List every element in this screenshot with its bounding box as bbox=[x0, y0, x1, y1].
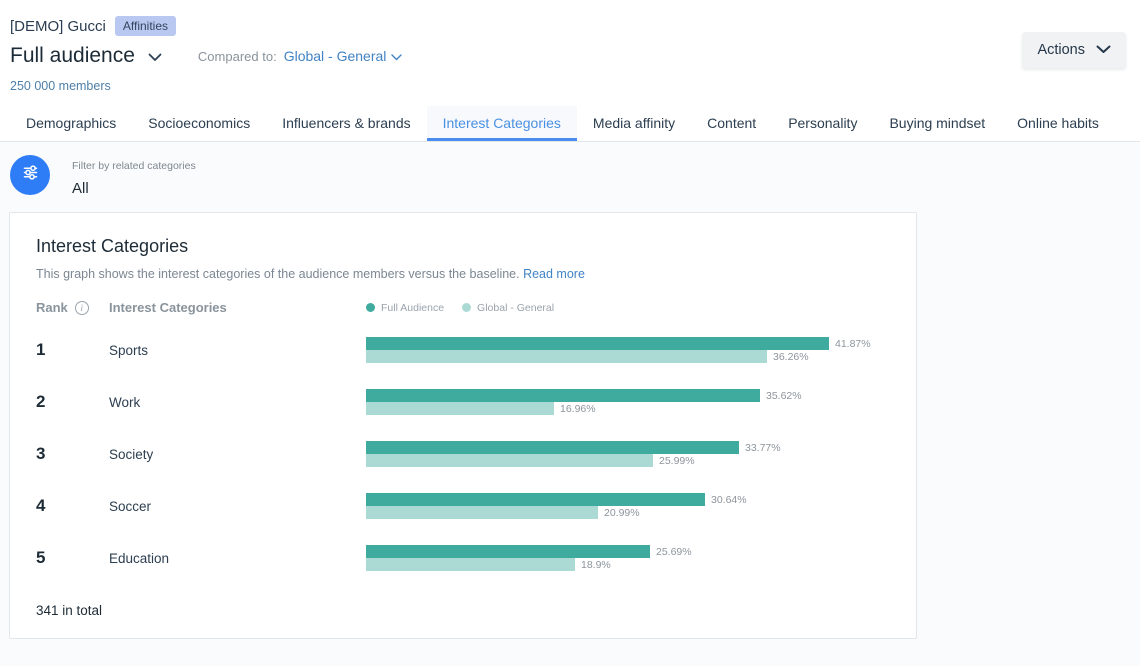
bar-global-general bbox=[366, 506, 598, 519]
read-more-link[interactable]: Read more bbox=[523, 267, 585, 281]
legend-item-global-general: Global - General bbox=[462, 302, 554, 314]
table-row: 5Education 25.69% 18.9% bbox=[36, 532, 890, 584]
bar-value-label: 20.99% bbox=[604, 507, 640, 519]
bar-full-audience bbox=[366, 337, 829, 350]
table-row: 4Soccer 30.64% 20.99% bbox=[36, 480, 890, 532]
chevron-down-icon bbox=[1096, 42, 1111, 58]
interest-categories-card: Interest Categories This graph shows the… bbox=[9, 212, 917, 639]
bar-value-label: 18.9% bbox=[581, 559, 611, 571]
tab-influencers-brands[interactable]: Influencers & brands bbox=[266, 106, 426, 141]
bar-value-label: 36.26% bbox=[773, 351, 809, 363]
baseline-name: Global - General bbox=[284, 48, 387, 64]
bar-group: 30.64% 20.99% bbox=[366, 493, 890, 519]
chart-legend: Full Audience Global - General bbox=[366, 302, 890, 314]
table-header: Rank i Interest Categories Full Audience… bbox=[36, 300, 890, 315]
tab-demographics[interactable]: Demographics bbox=[10, 106, 132, 141]
tab-online-habits[interactable]: Online habits bbox=[1001, 106, 1115, 141]
chevron-down-icon bbox=[148, 44, 162, 68]
tab-content[interactable]: Content bbox=[691, 106, 772, 141]
category-name: Sports bbox=[109, 343, 366, 358]
legend-dot bbox=[366, 303, 375, 312]
chart-rows: 1Sports41.87%36.26%2Work35.62%16.96%3Soc… bbox=[36, 324, 890, 584]
bar-group: 25.69% 18.9% bbox=[366, 545, 890, 571]
tab-media-affinity[interactable]: Media affinity bbox=[577, 106, 691, 141]
compared-to-label: Compared to: bbox=[198, 49, 277, 64]
info-icon[interactable]: i bbox=[75, 301, 89, 315]
filter-value[interactable]: All bbox=[72, 180, 196, 197]
report-title: [DEMO] Gucci bbox=[10, 18, 106, 35]
table-row: 2Work 35.62% 16.96% bbox=[36, 376, 890, 428]
members-count: 250 000 members bbox=[10, 79, 1126, 93]
filter-label: Filter by related categories bbox=[72, 160, 196, 172]
actions-label: Actions bbox=[1037, 42, 1085, 58]
actions-button[interactable]: Actions bbox=[1022, 32, 1126, 68]
bar-group: 41.87% 36.26% bbox=[366, 337, 890, 363]
total-count: 341 in total bbox=[36, 603, 890, 618]
rank-value: 5 bbox=[36, 548, 109, 568]
bar-value-label: 25.99% bbox=[659, 455, 695, 467]
baseline-selector[interactable]: Global - General bbox=[284, 48, 403, 64]
bar-full-audience bbox=[366, 441, 739, 454]
rank-value: 3 bbox=[36, 444, 109, 464]
rank-value: 4 bbox=[36, 496, 109, 516]
bar-value-label: 41.87% bbox=[835, 338, 871, 350]
sliders-icon bbox=[21, 163, 40, 187]
tab-buying-mindset[interactable]: Buying mindset bbox=[873, 106, 1001, 141]
card-title: Interest Categories bbox=[36, 236, 890, 257]
bar-full-audience bbox=[366, 545, 650, 558]
header: [DEMO] Gucci Affinities Full audience Co… bbox=[0, 0, 1140, 93]
category-name: Society bbox=[109, 447, 366, 462]
chevron-down-icon bbox=[391, 48, 402, 64]
content-area: Filter by related categories All Interes… bbox=[0, 142, 1140, 666]
audience-name: Full audience bbox=[10, 44, 135, 68]
categories-column-header: Interest Categories bbox=[109, 300, 366, 315]
rank-column-header: Rank bbox=[36, 300, 68, 315]
bar-full-audience bbox=[366, 493, 705, 506]
category-name: Education bbox=[109, 551, 366, 566]
bar-value-label: 25.69% bbox=[656, 546, 692, 558]
audience-selector[interactable]: Full audience bbox=[10, 44, 162, 68]
tab-bar: DemographicsSocioeconomicsInfluencers & … bbox=[0, 106, 1140, 142]
filter-button[interactable] bbox=[10, 155, 50, 195]
tab-interest-categories[interactable]: Interest Categories bbox=[427, 106, 577, 141]
bar-global-general bbox=[366, 402, 554, 415]
bar-full-audience bbox=[366, 389, 760, 402]
rank-value: 1 bbox=[36, 340, 109, 360]
bar-value-label: 16.96% bbox=[560, 403, 596, 415]
table-row: 3Society 33.77% 25.99% bbox=[36, 428, 890, 480]
page: [DEMO] Gucci Affinities Full audience Co… bbox=[0, 0, 1140, 658]
bar-value-label: 30.64% bbox=[711, 494, 747, 506]
bar-global-general bbox=[366, 558, 575, 571]
bar-value-label: 35.62% bbox=[766, 390, 802, 402]
rank-value: 2 bbox=[36, 392, 109, 412]
bar-group: 33.77% 25.99% bbox=[366, 441, 890, 467]
card-description: This graph shows the interest categories… bbox=[36, 267, 890, 281]
tab-socioeconomics[interactable]: Socioeconomics bbox=[132, 106, 266, 141]
legend-item-full-audience: Full Audience bbox=[366, 302, 444, 314]
bar-group: 35.62% 16.96% bbox=[366, 389, 890, 415]
tab-personality[interactable]: Personality bbox=[772, 106, 873, 141]
bar-global-general bbox=[366, 454, 653, 467]
legend-dot bbox=[462, 303, 471, 312]
category-name: Soccer bbox=[109, 499, 366, 514]
bar-global-general bbox=[366, 350, 767, 363]
filter-row: Filter by related categories All bbox=[0, 142, 1140, 197]
affinities-badge: Affinities bbox=[115, 16, 176, 36]
table-row: 1Sports 41.87% 36.26% bbox=[36, 324, 890, 376]
category-name: Work bbox=[109, 395, 366, 410]
bar-value-label: 33.77% bbox=[745, 442, 781, 454]
